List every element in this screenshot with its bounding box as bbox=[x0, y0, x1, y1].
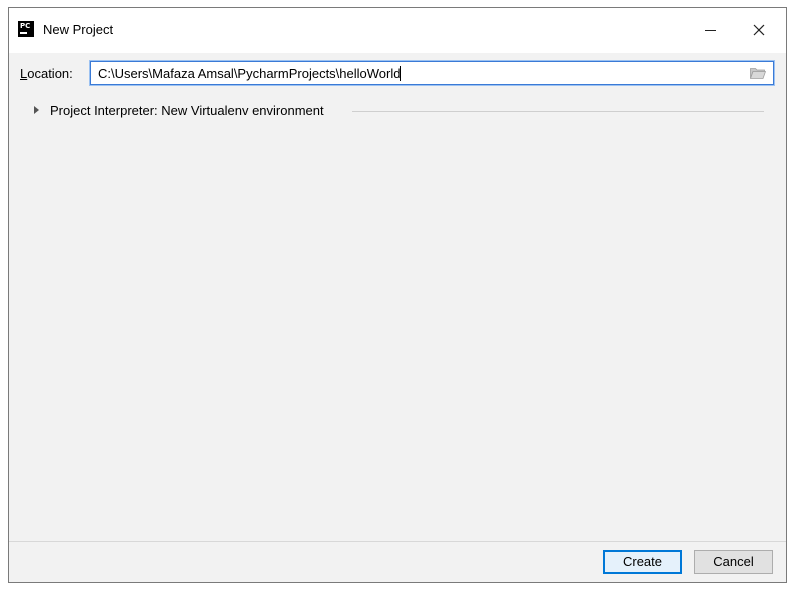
project-interpreter-section[interactable]: Project Interpreter: New Virtualenv envi… bbox=[9, 101, 786, 121]
footer-divider bbox=[9, 541, 786, 542]
section-divider bbox=[352, 111, 764, 112]
folder-icon[interactable] bbox=[750, 67, 766, 79]
location-label: Location: bbox=[20, 66, 73, 81]
title-bar: PC New Project bbox=[9, 8, 786, 53]
close-button[interactable] bbox=[741, 14, 777, 46]
project-interpreter-label[interactable]: Project Interpreter: New Virtualenv envi… bbox=[50, 102, 324, 120]
location-value: C:\Users\Mafaza Amsal\PycharmProjects\he… bbox=[98, 66, 401, 81]
new-project-dialog: PC New Project Location: C:\Users\Mafaza… bbox=[8, 7, 787, 583]
create-button[interactable]: Create bbox=[603, 550, 682, 574]
minimize-button[interactable] bbox=[692, 14, 728, 46]
triangle-right-icon[interactable] bbox=[34, 106, 39, 114]
location-input[interactable]: C:\Users\Mafaza Amsal\PycharmProjects\he… bbox=[90, 61, 774, 85]
window-title: New Project bbox=[43, 22, 114, 37]
minimize-icon bbox=[704, 29, 716, 31]
pycharm-icon: PC bbox=[18, 21, 34, 37]
close-icon bbox=[753, 24, 765, 36]
app-icon-text: PC bbox=[20, 22, 31, 30]
cancel-button[interactable]: Cancel bbox=[694, 550, 773, 574]
text-caret bbox=[400, 66, 402, 81]
location-row: Location: C:\Users\Mafaza Amsal\PycharmP… bbox=[9, 61, 786, 87]
